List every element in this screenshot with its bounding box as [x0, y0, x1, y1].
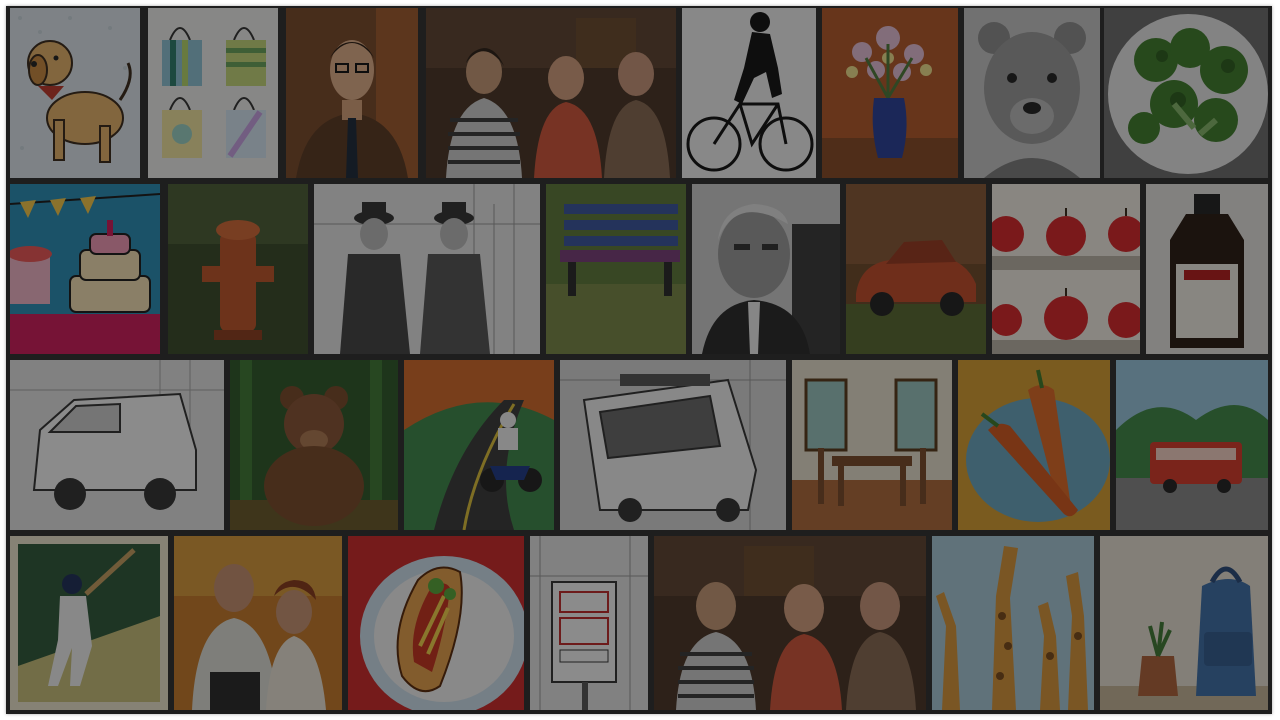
bear-sketch-icon: [964, 8, 1100, 178]
gallery-tile[interactable]: [174, 536, 342, 710]
gallery-tile[interactable]: [546, 184, 686, 354]
gallery-tile[interactable]: [1116, 360, 1268, 530]
motorcyclist-road-icon: [404, 360, 554, 530]
man-in-tie-portrait-icon: [286, 8, 418, 178]
old-man-portrait-icon: [692, 184, 840, 354]
gallery-tile[interactable]: [168, 184, 308, 354]
couple-outdoors-photo-icon: [174, 536, 342, 710]
gallery-tile[interactable]: [10, 360, 224, 530]
gallery-tile[interactable]: [426, 8, 676, 178]
brown-bear-forest-icon: [230, 360, 398, 530]
gallery-tile[interactable]: [1146, 184, 1268, 354]
gallery-tile[interactable]: [992, 184, 1140, 354]
people-talking-photo-icon: [426, 8, 676, 178]
gallery-tile[interactable]: [1104, 8, 1268, 178]
gallery-tile[interactable]: [692, 184, 840, 354]
gallery-tile[interactable]: [10, 184, 160, 354]
flower-vase-painting-icon: [822, 8, 958, 178]
gallery-tile[interactable]: [348, 536, 524, 710]
gallery-tile[interactable]: [958, 360, 1110, 530]
birthday-cakes-popart-icon: [10, 184, 160, 354]
gallery-tile[interactable]: [792, 360, 952, 530]
broccoli-plate-icon: [1104, 8, 1268, 178]
gallery-tile[interactable]: [10, 536, 168, 710]
van-sketch-icon: [10, 360, 224, 530]
gallery-tile[interactable]: [404, 360, 554, 530]
fire-hydrant-painting-icon: [168, 184, 308, 354]
gallery-tile[interactable]: [560, 360, 786, 530]
image-gallery-collage: [6, 6, 1272, 714]
cyclist-silhouette-icon: [682, 8, 816, 178]
carrots-plate-icon: [958, 360, 1110, 530]
gallery-tile[interactable]: [148, 8, 278, 178]
tote-bags-icon: [148, 8, 278, 178]
red-car-painting-icon: [846, 184, 986, 354]
gallery-tile[interactable]: [682, 8, 816, 178]
two-men-sketch-icon: [314, 184, 540, 354]
street-sign-sketch-icon: [530, 536, 648, 710]
red-bus-landscape-icon: [1116, 360, 1268, 530]
gallery-tile[interactable]: [230, 360, 398, 530]
vanilla-extract-bottle-icon: [1146, 184, 1268, 354]
park-bench-painting-icon: [546, 184, 686, 354]
gallery-tile[interactable]: [654, 536, 926, 710]
apples-shelves-icon: [992, 184, 1140, 354]
gallery-tile[interactable]: [846, 184, 986, 354]
gallery-tile[interactable]: [286, 8, 418, 178]
gallery-tile[interactable]: [314, 184, 540, 354]
gallery-tile[interactable]: [932, 536, 1094, 710]
hot-dog-plate-icon: [348, 536, 524, 710]
city-bus-sketch-icon: [560, 360, 786, 530]
dining-room-illustration-icon: [792, 360, 952, 530]
gallery-tile[interactable]: [822, 8, 958, 178]
baseball-batter-icon: [10, 536, 168, 710]
gallery-tile[interactable]: [964, 8, 1100, 178]
cartoon-dog-icon: [10, 8, 140, 178]
gallery-tile[interactable]: [1100, 536, 1268, 710]
backpack-plant-icon: [1100, 536, 1268, 710]
giraffes-illustration-icon: [932, 536, 1094, 710]
gallery-tile[interactable]: [10, 8, 140, 178]
gallery-tile[interactable]: [530, 536, 648, 710]
people-talking-photo-2-icon: [654, 536, 926, 710]
